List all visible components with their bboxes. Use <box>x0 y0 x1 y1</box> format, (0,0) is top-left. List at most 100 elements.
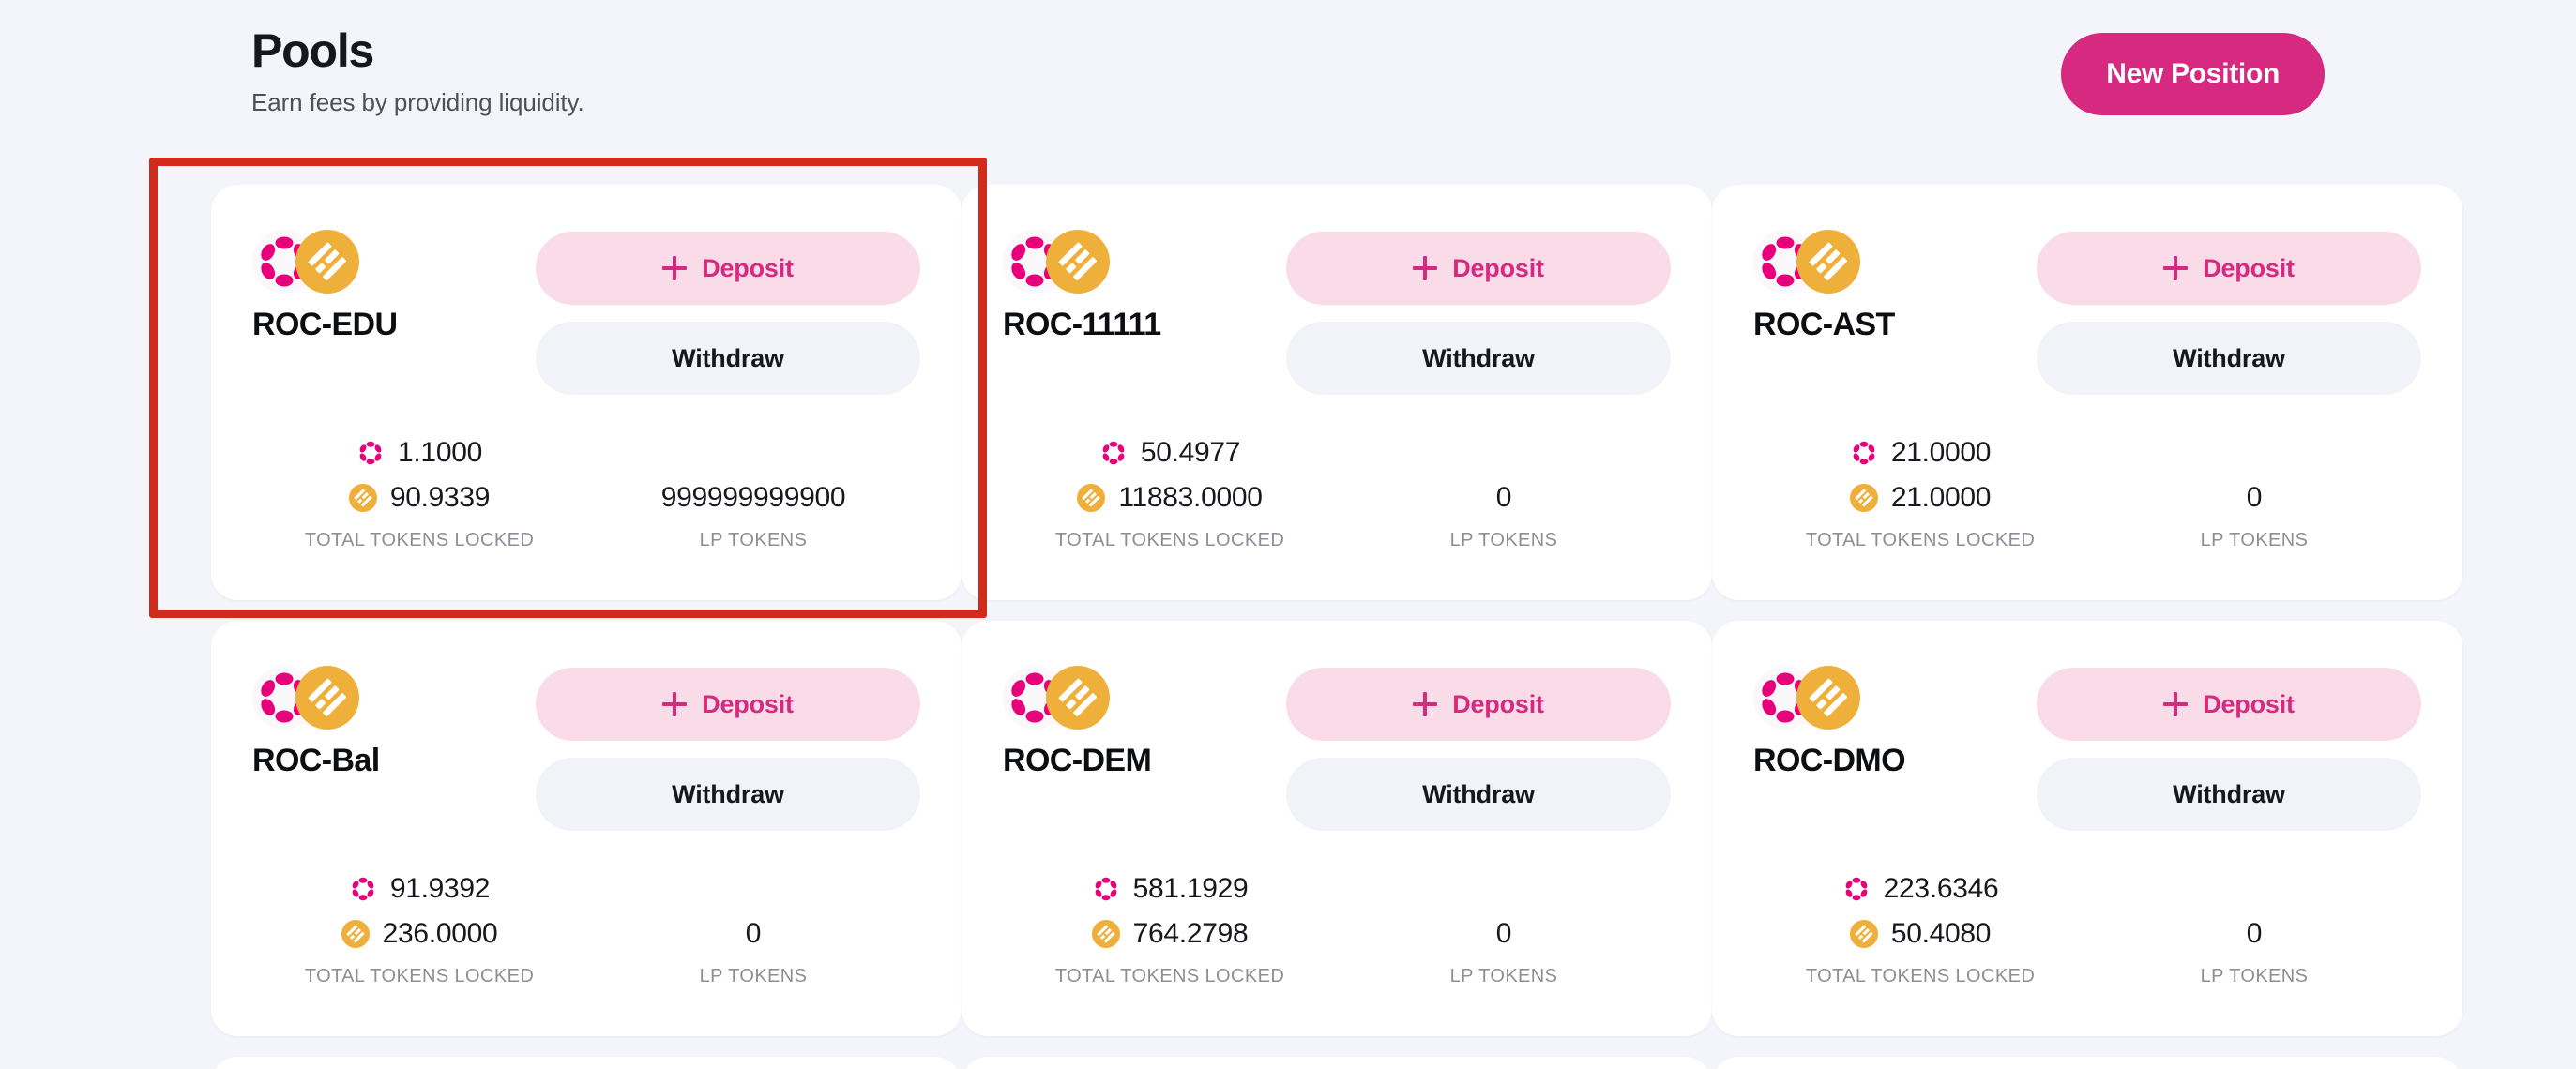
token-b-amount: 50.4080 <box>1890 918 1992 949</box>
deposit-button-label: Deposit <box>2203 253 2295 282</box>
pool-pair-name: ROC-DMO <box>1753 743 1906 778</box>
gold-coin-stripes-icon <box>1077 484 1106 512</box>
withdraw-button-label: Withdraw <box>2173 343 2285 372</box>
pool-grid-cell: ROC-EDU Deposit Withdraw 1.1000 90.9339 … <box>211 173 962 610</box>
total-tokens-locked-column: 1.1000 90.9339 TOTAL TOKENS LOCKED <box>252 430 586 551</box>
lp-tokens-value: 999999999900 <box>660 482 846 513</box>
pool-card-actions: Deposit Withdraw <box>2037 226 2421 395</box>
pool-pair-name: ROC-11111 <box>1003 307 1161 342</box>
page-header: Pools Earn fees by providing liquidity. … <box>251 21 2325 124</box>
lp-tokens-label: LP TOKENS <box>1449 966 1558 986</box>
deposit-button[interactable]: Deposit <box>536 668 920 741</box>
pool-grid-cell: Deposit Withdraw <box>1712 1046 2462 1069</box>
gold-coin-stripes-icon <box>295 230 359 294</box>
pool-card[interactable]: ROC-Bal Deposit Withdraw 91.9392 236.000… <box>211 621 962 1036</box>
page-title: Pools <box>251 24 374 77</box>
pool-card-actions: Deposit Withdraw <box>2037 662 2421 831</box>
pool-grid-cell: Deposit Withdraw <box>962 1046 1712 1069</box>
header-text-block: Pools Earn fees by providing liquidity. <box>251 21 584 117</box>
withdraw-button[interactable]: Withdraw <box>536 758 920 831</box>
plus-icon <box>662 692 688 716</box>
total-tokens-locked-label: TOTAL TOKENS LOCKED <box>1054 530 1285 550</box>
pool-grid-cell: ROC-AST Deposit Withdraw 21.0000 21.0000… <box>1712 173 2462 610</box>
lp-tokens-value: 0 <box>2246 482 2263 513</box>
pool-token-icon-pair <box>1003 666 1115 733</box>
polkadot-dot-icon <box>1850 439 1878 467</box>
polkadot-dot-icon <box>349 875 377 903</box>
pool-pair-block: ROC-EDU <box>252 226 398 343</box>
token-b-amount-row: 50.4080 <box>1849 911 1992 956</box>
pool-card[interactable]: Deposit Withdraw <box>962 1057 1712 1069</box>
plus-icon <box>1413 692 1438 716</box>
lp-tokens-label: LP TOKENS <box>699 530 808 550</box>
pool-card-stats: 581.1929 764.2798 TOTAL TOKENS LOCKED 0 … <box>1003 866 1671 987</box>
lp-tokens-label: LP TOKENS <box>1449 530 1558 550</box>
pool-pair-block: ROC-AST <box>1753 226 1895 343</box>
withdraw-button-label: Withdraw <box>1422 343 1535 372</box>
gold-coin-stripes-icon <box>348 484 377 512</box>
token-a-amount: 91.9392 <box>389 873 491 904</box>
lp-tokens-value: 0 <box>1495 482 1512 513</box>
lp-tokens-column: 0 LP TOKENS <box>1337 430 1671 551</box>
withdraw-button[interactable]: Withdraw <box>1286 758 1671 831</box>
page-subtitle: Earn fees by providing liquidity. <box>251 87 584 116</box>
deposit-button[interactable]: Deposit <box>2037 232 2421 305</box>
pool-token-icon-pair <box>1753 230 1866 297</box>
pool-card[interactable]: ROC-EDU Deposit Withdraw 1.1000 90.9339 … <box>211 185 962 600</box>
pool-token-icon-pair <box>1753 666 1866 733</box>
polkadot-dot-icon <box>1092 875 1120 903</box>
withdraw-button[interactable]: Withdraw <box>536 322 920 395</box>
lp-tokens-value: 0 <box>745 918 762 949</box>
gold-coin-stripes-icon <box>1091 920 1120 948</box>
plus-icon <box>2163 256 2189 280</box>
total-tokens-locked-column: 21.0000 21.0000 TOTAL TOKENS LOCKED <box>1753 430 2087 551</box>
pool-card-stats: 223.6346 50.4080 TOTAL TOKENS LOCKED 0 L… <box>1753 866 2421 987</box>
pool-pair-block: ROC-Bal <box>252 662 380 779</box>
token-a-amount: 1.1000 <box>398 437 482 468</box>
withdraw-button[interactable]: Withdraw <box>2037 322 2421 395</box>
pool-grid-cell: ROC-11111 Deposit Withdraw 50.4977 11883… <box>962 173 1712 610</box>
pool-card[interactable]: ROC-AST Deposit Withdraw 21.0000 21.0000… <box>1712 185 2462 600</box>
deposit-button[interactable]: Deposit <box>2037 668 2421 741</box>
plus-icon <box>1413 256 1438 280</box>
token-b-amount: 764.2798 <box>1132 918 1249 949</box>
pool-token-icon-pair <box>252 666 365 733</box>
withdraw-button[interactable]: Withdraw <box>1286 322 1671 395</box>
pool-card[interactable]: Deposit Withdraw <box>1712 1057 2462 1069</box>
gold-coin-stripes-icon <box>341 920 370 948</box>
pool-card[interactable]: ROC-DMO Deposit Withdraw 223.6346 50.408… <box>1712 621 2462 1036</box>
pool-card-header: ROC-DEM Deposit Withdraw <box>1003 662 1671 831</box>
deposit-button[interactable]: Deposit <box>1286 668 1671 741</box>
total-tokens-locked-label: TOTAL TOKENS LOCKED <box>304 966 535 986</box>
pool-card[interactable]: Deposit Withdraw <box>211 1057 962 1069</box>
gold-coin-stripes-icon <box>1796 230 1860 294</box>
total-tokens-locked-label: TOTAL TOKENS LOCKED <box>1054 966 1285 986</box>
total-tokens-locked-label: TOTAL TOKENS LOCKED <box>304 530 535 550</box>
withdraw-button[interactable]: Withdraw <box>2037 758 2421 831</box>
new-position-button[interactable]: New Position <box>2061 33 2325 115</box>
gold-coin-stripes-icon <box>1046 230 1110 294</box>
pool-card-header: ROC-Bal Deposit Withdraw <box>252 662 920 831</box>
deposit-button-label: Deposit <box>1452 689 1544 718</box>
deposit-button[interactable]: Deposit <box>536 232 920 305</box>
lp-tokens-column: 0 LP TOKENS <box>2087 866 2421 987</box>
lp-tokens-column: 0 LP TOKENS <box>1337 866 1671 987</box>
lp-tokens-column: 0 LP TOKENS <box>2087 430 2421 551</box>
pool-card-grid: ROC-EDU Deposit Withdraw 1.1000 90.9339 … <box>211 173 2462 1069</box>
total-tokens-locked-column: 223.6346 50.4080 TOTAL TOKENS LOCKED <box>1753 866 2087 987</box>
pool-card[interactable]: ROC-11111 Deposit Withdraw 50.4977 11883… <box>962 185 1712 600</box>
pool-pair-name: ROC-Bal <box>252 743 380 778</box>
pool-card-header: ROC-AST Deposit Withdraw <box>1753 226 2421 395</box>
pool-card-stats: 91.9392 236.0000 TOTAL TOKENS LOCKED 0 L… <box>252 866 920 987</box>
token-a-amount: 581.1929 <box>1132 873 1249 904</box>
plus-icon <box>662 256 688 280</box>
pool-pair-name: ROC-EDU <box>252 307 398 342</box>
deposit-button-label: Deposit <box>702 253 794 282</box>
token-a-amount-row: 21.0000 <box>1850 430 1991 475</box>
deposit-button-label: Deposit <box>2203 689 2295 718</box>
pool-grid-cell: Deposit Withdraw <box>211 1046 962 1069</box>
plus-icon <box>2163 692 2189 716</box>
polkadot-dot-icon <box>1842 875 1871 903</box>
deposit-button[interactable]: Deposit <box>1286 232 1671 305</box>
pool-card[interactable]: ROC-DEM Deposit Withdraw 581.1929 764.27… <box>962 621 1712 1036</box>
